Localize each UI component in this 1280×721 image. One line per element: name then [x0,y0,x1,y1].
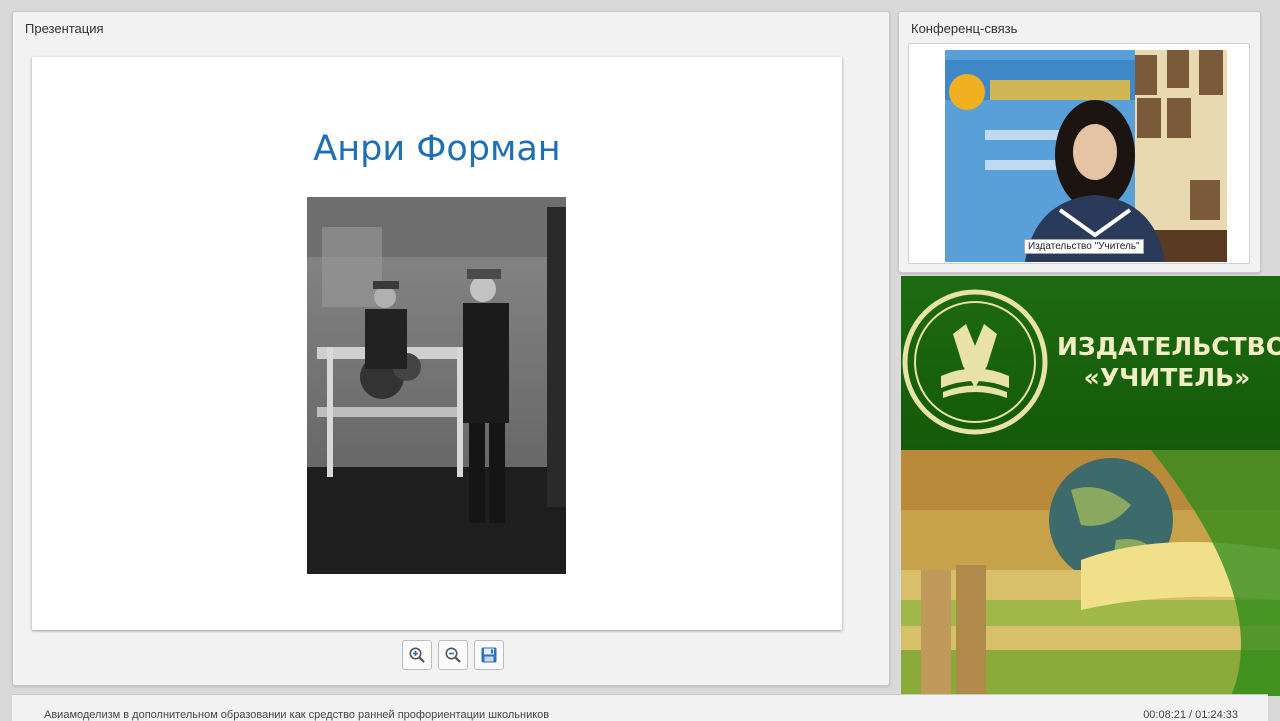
zoom-out-button[interactable] [438,640,468,670]
magnifier-minus-icon [445,647,461,663]
publisher-banner: ИЗДАТЕЛЬСТВО «УЧИТЕЛЬ» [901,276,1280,696]
floppy-disk-icon [481,647,497,663]
conference-panel-title: Конференц-связь [911,21,1018,36]
presentation-panel-title: Презентация [25,21,104,36]
speaker-video[interactable]: Издательство "Учитель" [945,50,1227,262]
conference-panel: Конференц-связь Издательство "Учитель" [898,11,1261,273]
lecture-title: Авиамоделизм в дополнительном образовани… [44,709,550,721]
publisher-name-line1: ИЗДАТЕЛЬСТВО [1057,332,1280,361]
publisher-name-line2: «УЧИТЕЛЬ» [1083,363,1251,392]
publisher-name: ИЗДАТЕЛЬСТВО «УЧИТЕЛЬ» [1057,331,1280,393]
slide-heading: Анри Форман [313,129,561,169]
banner-header: ИЗДАТЕЛЬСТВО «УЧИТЕЛЬ» [901,276,1280,450]
publisher-logo-icon [902,289,1048,435]
slide: Анри Форман [32,57,842,630]
slide-photo [307,197,566,574]
presentation-panel: Презентация Анри Форман [12,11,890,686]
slide-toolbar [402,640,504,670]
speaker-caption: Издательство "Учитель" [1024,239,1144,254]
zoom-in-button[interactable] [402,640,432,670]
footer-bar: Авиамоделизм в дополнительном образовани… [12,694,1268,721]
books-globe-illustration [901,450,1280,696]
video-frame: Издательство "Учитель" [908,43,1250,264]
save-button[interactable] [474,640,504,670]
playback-time: 00:08:21 / 01:24:33 [1143,709,1238,721]
magnifier-plus-icon [409,647,425,663]
